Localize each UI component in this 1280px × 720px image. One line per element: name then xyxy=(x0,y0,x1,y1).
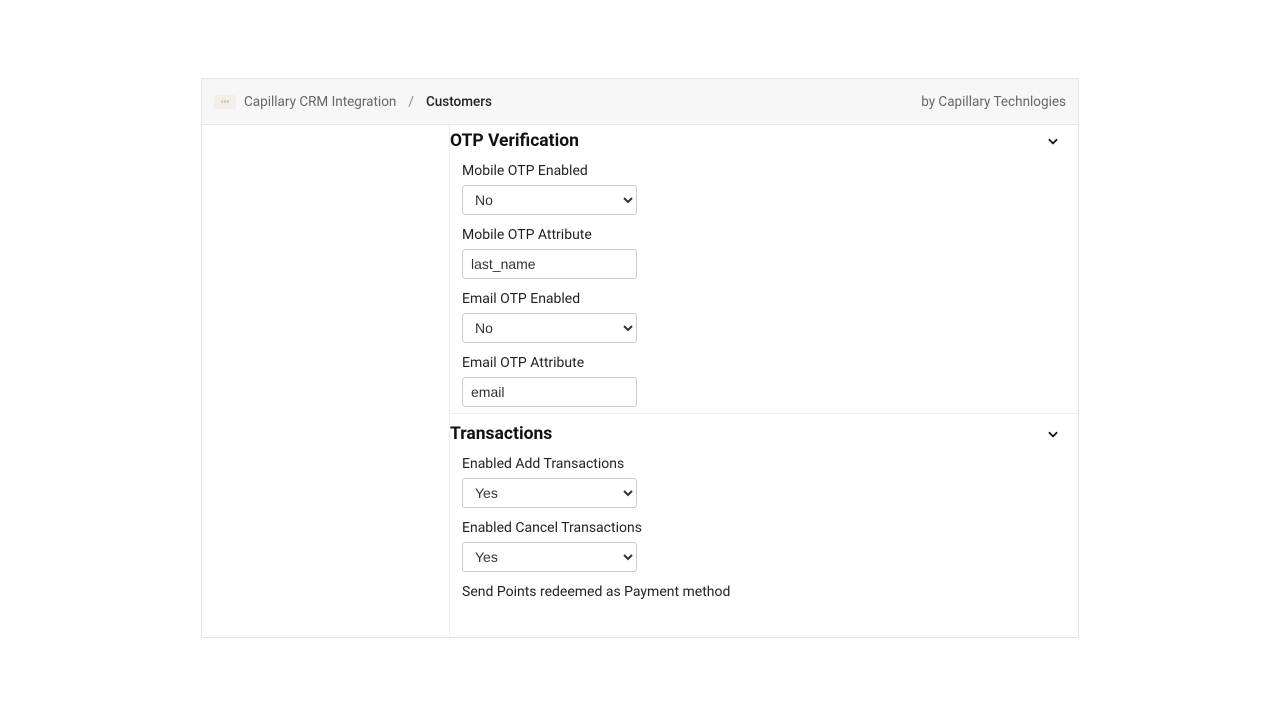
content-area: OTP Verification Mobile OTP Enabled No Y… xyxy=(450,125,1078,637)
add-transactions-select[interactable]: Yes No xyxy=(462,478,637,508)
field-label: Mobile OTP Attribute xyxy=(462,227,1060,243)
field-mobile-otp-enabled: Mobile OTP Enabled No Yes xyxy=(450,163,1060,215)
chevron-down-icon xyxy=(1046,134,1060,148)
field-email-otp-enabled: Email OTP Enabled No Yes xyxy=(450,291,1060,343)
email-otp-enabled-select[interactable]: No Yes xyxy=(462,313,637,343)
vendor-logo-icon: ◦◦◦ xyxy=(214,95,236,109)
field-email-otp-attribute: Email OTP Attribute xyxy=(450,355,1060,407)
field-label: Mobile OTP Enabled xyxy=(462,163,1060,179)
email-otp-attribute-input[interactable] xyxy=(462,377,637,407)
sidebar-spacer xyxy=(202,125,450,637)
breadcrumb-parent[interactable]: Capillary CRM Integration xyxy=(244,94,396,110)
mobile-otp-enabled-select[interactable]: No Yes xyxy=(462,185,637,215)
field-label: Enabled Add Transactions xyxy=(462,456,1060,472)
cancel-transactions-select[interactable]: Yes No xyxy=(462,542,637,572)
field-label: Enabled Cancel Transactions xyxy=(462,520,1060,536)
panel-header: ◦◦◦ Capillary CRM Integration / Customer… xyxy=(202,79,1078,125)
field-label: Email OTP Attribute xyxy=(462,355,1060,371)
config-panel: ◦◦◦ Capillary CRM Integration / Customer… xyxy=(201,78,1079,638)
section-title: OTP Verification xyxy=(450,131,579,151)
field-label: Email OTP Enabled xyxy=(462,291,1060,307)
mobile-otp-attribute-input[interactable] xyxy=(462,249,637,279)
breadcrumb-separator: / xyxy=(408,94,414,110)
field-enabled-cancel-transactions: Enabled Cancel Transactions Yes No xyxy=(450,520,1060,572)
section-header-transactions[interactable]: Transactions xyxy=(450,424,1060,444)
section-otp-verification: OTP Verification Mobile OTP Enabled No Y… xyxy=(450,125,1078,413)
section-header-otp[interactable]: OTP Verification xyxy=(450,131,1060,151)
section-transactions: Transactions Enabled Add Transactions Ye… xyxy=(450,413,1078,620)
field-send-points-payment-method: Send Points redeemed as Payment method xyxy=(450,584,1060,600)
vendor-byline: by Capillary Technlogies xyxy=(921,94,1066,110)
section-title: Transactions xyxy=(450,424,552,444)
chevron-down-icon xyxy=(1046,427,1060,441)
field-label: Send Points redeemed as Payment method xyxy=(462,584,1060,600)
field-enabled-add-transactions: Enabled Add Transactions Yes No xyxy=(450,456,1060,508)
field-mobile-otp-attribute: Mobile OTP Attribute xyxy=(450,227,1060,279)
panel-body: OTP Verification Mobile OTP Enabled No Y… xyxy=(202,125,1078,637)
breadcrumb: ◦◦◦ Capillary CRM Integration / Customer… xyxy=(214,94,492,110)
breadcrumb-current: Customers xyxy=(426,94,492,110)
